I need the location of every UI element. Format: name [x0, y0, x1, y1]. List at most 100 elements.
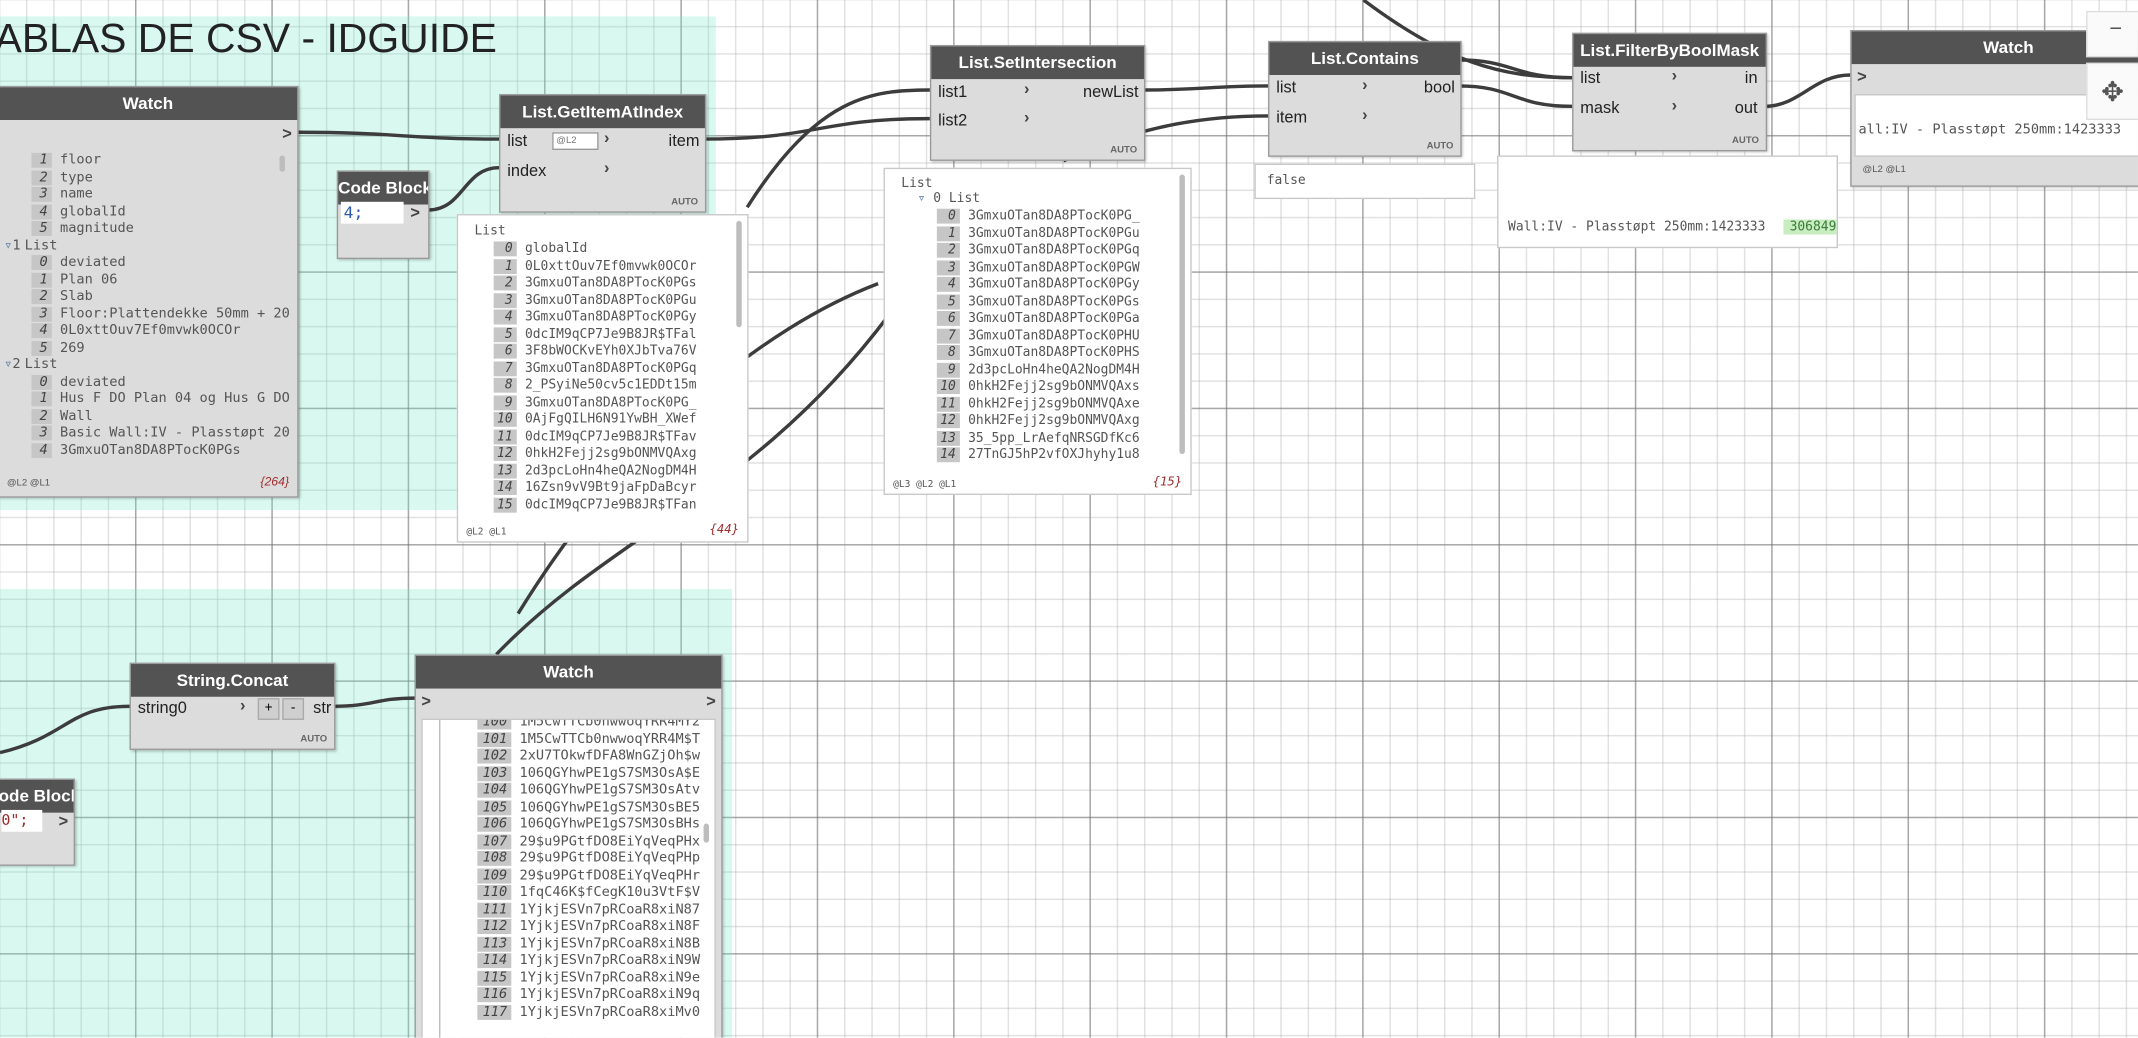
- chevron-right-icon[interactable]: ›: [1362, 105, 1367, 124]
- input-port-list1[interactable]: list1: [931, 78, 1037, 105]
- list-value: globalId: [59, 203, 126, 219]
- watch-node-1[interactable]: Watch > 1 floor 2 type 3 name 4 globalId 5 magnit…: [0, 85, 299, 498]
- input-port-string0[interactable]: string0: [131, 694, 240, 721]
- chevron-right-icon[interactable]: ›: [1024, 79, 1029, 98]
- preview-bubble-filter[interactable]: Wall:IV - Plasstøpt 250mm:1423333 306849: [1497, 155, 1838, 249]
- list-value: 3GmxuOTan8DA8PTocK0PGy: [968, 276, 1140, 292]
- preview-bubble-setintersection[interactable]: List ▿ 0 List 0 3GmxuOTan8DA8PTocK0PG_ 1 3G…: [883, 167, 1192, 495]
- list-value: 2xU7TOkwfDFA8WnGZjOh$w: [519, 748, 701, 764]
- port-label: list: [1580, 68, 1601, 88]
- pan-button[interactable]: ✥: [2086, 62, 2138, 120]
- output-port-icon[interactable]: >: [59, 811, 69, 830]
- input-port-icon[interactable]: >: [421, 691, 431, 710]
- list-index: 105: [477, 799, 512, 815]
- list-value: 1YjkjESVn7pRCoaR8xiMv0: [519, 1004, 701, 1020]
- list-value: 0dcIM9qCP7Je9B8JR$TFal: [524, 326, 697, 342]
- scrollbar[interactable]: [1179, 174, 1185, 455]
- list-filterbyboolmask-node[interactable]: List.FilterByBoolMask list › mask › in o…: [1572, 32, 1768, 152]
- list-index: 1: [31, 272, 52, 288]
- preview-bubble-getitem[interactable]: List 0 globalId 1 0L0xttOuv7Ef0mvwk0OCOr 2 3G…: [456, 214, 749, 543]
- list-value: 0hkH2Fejj2sg9bONMVQAxe: [968, 396, 1140, 412]
- port-label: out: [1734, 98, 1758, 118]
- input-port-icon[interactable]: >: [1857, 67, 1867, 86]
- output-port-bool[interactable]: bool: [1417, 74, 1455, 101]
- port-label: in: [1744, 68, 1758, 88]
- code-block-node-2[interactable]: ode Block 0"; >: [0, 778, 75, 866]
- chevron-right-icon[interactable]: ›: [240, 695, 245, 714]
- scrollbar[interactable]: [736, 220, 742, 328]
- scrollbar[interactable]: [703, 823, 710, 843]
- chevron-right-icon[interactable]: ›: [1024, 108, 1029, 127]
- input-port-mask[interactable]: mask: [1573, 94, 1682, 121]
- scrollbar[interactable]: [279, 155, 285, 172]
- chevron-right-icon[interactable]: ›: [1672, 65, 1677, 84]
- list-value: deviated: [59, 374, 126, 390]
- port-label: str: [313, 698, 332, 718]
- list-index: 3: [936, 259, 960, 275]
- list-index: 103: [477, 765, 512, 781]
- output-port-out[interactable]: out: [1728, 94, 1758, 121]
- level-selector[interactable]: @L2: [552, 132, 599, 150]
- collapse-triangle-icon[interactable]: ▿: [918, 191, 926, 206]
- chevron-right-icon[interactable]: ›: [604, 158, 609, 177]
- list-item: 11 0hkH2Fejj2sg9bONMVQAxe: [936, 396, 1191, 413]
- preview-bubble-contains[interactable]: false: [1254, 163, 1476, 200]
- chevron-right-icon[interactable]: ›: [604, 128, 609, 147]
- watch-output-list[interactable]: 100 1M5CwTTCb0nwwoqYRR4MY2 101 1M5CwTTCb0nw…: [421, 718, 716, 1038]
- code-input[interactable]: 4;: [340, 201, 404, 224]
- chevron-right-icon[interactable]: ›: [1672, 95, 1677, 114]
- list-index: 14: [936, 447, 960, 463]
- list-index: 5: [31, 340, 52, 356]
- input-port-index[interactable]: index: [500, 157, 615, 184]
- code-input[interactable]: 0";: [1, 809, 43, 832]
- list-value: 1YjkjESVn7pRCoaR8xiN8F: [519, 918, 701, 934]
- list-index: 9: [936, 362, 960, 378]
- list-contains-node[interactable]: List.Contains list › item › bool AUTO: [1268, 40, 1462, 157]
- output-port-in[interactable]: in: [1738, 64, 1758, 91]
- watch-node-3[interactable]: Watch > > 100 1M5CwTTCb0nwwoqYRR4MY2 101 1M…: [414, 654, 723, 1038]
- canvas[interactable]: ABLAS DE CSV - IDGUIDE Watch > 1 floor 2 ty…: [0, 0, 2138, 1038]
- output-port-newlist[interactable]: newList: [1076, 78, 1138, 105]
- output-port-icon[interactable]: >: [410, 203, 420, 222]
- list-index: 13: [493, 462, 517, 478]
- list-value: 0hkH2Fejj2sg9bONMVQAxg: [524, 445, 697, 461]
- list-index: 4: [493, 309, 517, 325]
- list-index: 0: [493, 241, 517, 257]
- node-title: List.SetIntersection: [931, 46, 1144, 80]
- list-item: 5 269: [31, 340, 290, 357]
- list-getitematindex-node[interactable]: List.GetItemAtIndex list @L2 › index › i…: [499, 94, 707, 213]
- code-block-node-1[interactable]: Code Block 4; >: [336, 170, 430, 260]
- list-item: 2 Wall: [31, 408, 290, 425]
- output-port-icon[interactable]: >: [282, 124, 292, 143]
- list-item: 4 3GmxuOTan8DA8PTocK0PGs: [31, 442, 290, 458]
- chevron-right-icon[interactable]: ›: [1362, 75, 1367, 94]
- list-index: 11: [936, 396, 960, 412]
- list-index: 0: [31, 374, 52, 390]
- list-value: Slab: [59, 289, 93, 305]
- remove-input-button[interactable]: -: [282, 698, 305, 720]
- input-port-list2[interactable]: list2: [931, 106, 1037, 133]
- string-concat-node[interactable]: String.Concat string0 › + - str AUTO: [129, 662, 336, 750]
- input-port-list[interactable]: list: [1269, 74, 1373, 101]
- list-value: 0L0xttOuv7Ef0mvwk0OCOr: [59, 323, 241, 339]
- list-index: 12: [936, 413, 960, 429]
- output-port-item[interactable]: item: [662, 127, 700, 154]
- input-port-list[interactable]: list: [1573, 64, 1682, 91]
- wire-contains-to-filter-list: [1458, 58, 1573, 80]
- list-value: 1M5CwTTCb0nwwoqYRR4MY2: [519, 718, 701, 730]
- wire-filter-to-watch2: [1764, 73, 1851, 109]
- list-setintersection-node[interactable]: List.SetIntersection list1 › list2 › new…: [929, 44, 1146, 161]
- add-input-button[interactable]: +: [257, 698, 280, 720]
- collapse-triangle-icon[interactable]: ▿: [4, 238, 12, 253]
- list-index: 7: [936, 327, 960, 343]
- collapse-triangle-icon[interactable]: ▿: [4, 357, 12, 372]
- list-item: 4 globalId: [31, 203, 290, 221]
- list-index: 116: [477, 987, 512, 1003]
- output-port-icon[interactable]: >: [706, 691, 716, 710]
- list-index: 101: [477, 731, 512, 747]
- input-port-item[interactable]: item: [1269, 104, 1373, 131]
- preview-value: Wall:IV - Plasstøpt 250mm:1423333 306849: [1508, 219, 1837, 235]
- zoom-out-button[interactable]: −: [2086, 10, 2138, 58]
- watch-output-list[interactable]: 1 floor 2 type 3 name 4 globalId 5 magnitude ▿1 Lis…: [1, 150, 290, 458]
- output-port-str[interactable]: str: [306, 694, 331, 721]
